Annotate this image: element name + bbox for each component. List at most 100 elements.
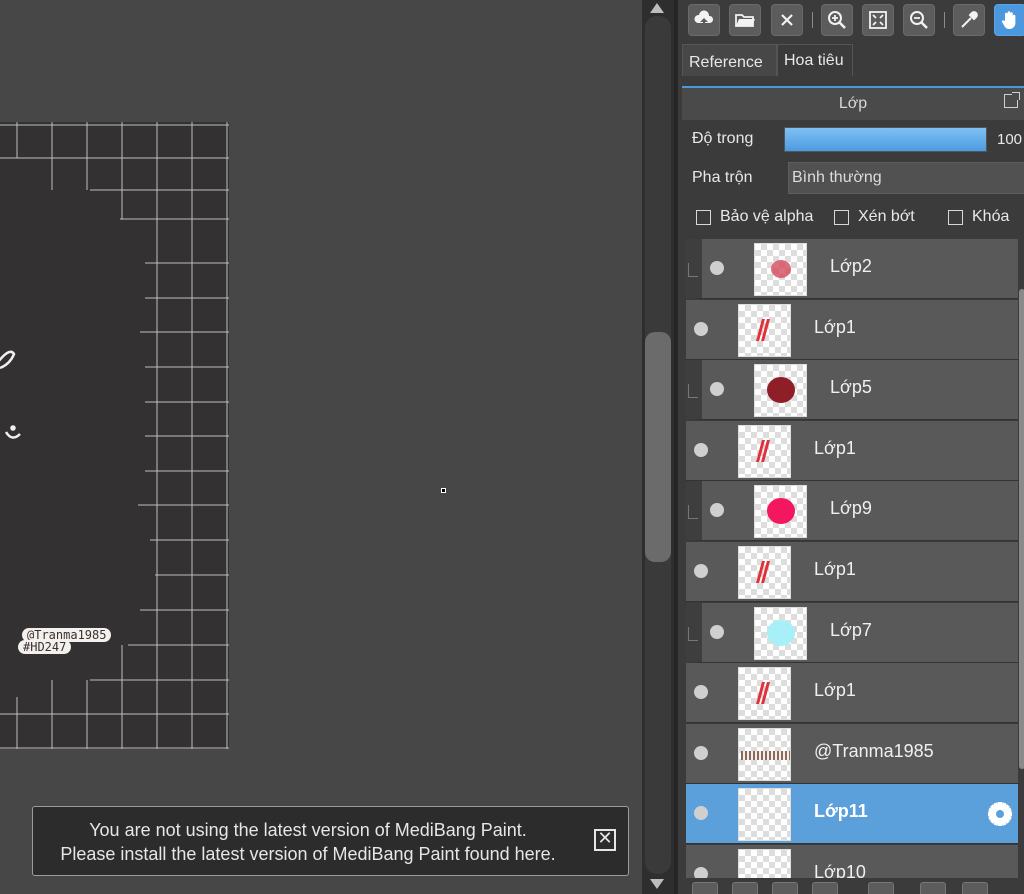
layer-name: Lớp5 — [830, 377, 872, 398]
right-panel: Reference Hoa tiêu Lớp Độ trong 100 Pha … — [674, 0, 1024, 894]
checkbox-box[interactable] — [696, 209, 711, 225]
hand-icon — [1001, 11, 1016, 29]
clip-arrow-icon — [688, 505, 698, 520]
layer-list[interactable]: Lớp2 Lớp1 Lớp5 Lớp1 Lớp9 Lớp1 Lớp7 Lớp1 @Tranma1… — [686, 239, 1018, 894]
blend-mode-label: Pha trộn — [692, 169, 753, 186]
layer-panel-header: Lớp — [682, 86, 1024, 120]
merge-layer-button[interactable] — [962, 882, 988, 894]
visibility-eye-icon[interactable] — [694, 745, 708, 760]
layer-list-scrollbar[interactable] — [1018, 239, 1024, 894]
red-stroke-mark — [756, 682, 770, 705]
layer-name: Lớp1 — [814, 680, 856, 701]
layer-row[interactable]: Lớp1 — [686, 420, 1018, 481]
duplicate-layer-button[interactable] — [920, 882, 946, 894]
layer-name: Lớp9 — [830, 498, 872, 519]
layer-thumbnail — [738, 303, 791, 357]
fit-screen-icon — [869, 11, 887, 29]
close-file-button[interactable] — [771, 4, 803, 36]
visibility-eye-icon[interactable] — [710, 624, 724, 639]
gear-icon[interactable] — [986, 800, 1014, 828]
update-notification[interactable]: You are not using the latest version of … — [32, 806, 629, 876]
layer-thumbnail — [738, 546, 791, 599]
clip-arrow-icon — [688, 626, 698, 641]
cloud-upload-icon — [694, 10, 714, 28]
layer-row[interactable]: Lớp1 — [686, 663, 1018, 724]
zoom-out-button[interactable] — [903, 4, 935, 36]
opacity-slider[interactable] — [784, 127, 987, 152]
scroll-up-arrow-icon[interactable] — [650, 3, 664, 13]
canvas-area[interactable]: @Tranma1985 #HD247 You are not using the… — [0, 0, 642, 894]
clipping-label: Xén bớt — [858, 208, 915, 225]
visibility-eye-icon[interactable] — [694, 806, 708, 821]
artwork[interactable]: @Tranma1985 #HD247 — [0, 122, 229, 749]
cloud-upload-button[interactable] — [688, 4, 720, 36]
scrollbar-thumb[interactable] — [645, 332, 671, 562]
opacity-label: Độ trong — [692, 130, 754, 147]
new-layer-button-4[interactable] — [812, 882, 838, 894]
popout-icon[interactable] — [1004, 92, 1020, 108]
toolbar-separator — [812, 12, 813, 28]
notification-line1: You are not using the latest version of … — [89, 820, 527, 840]
red-stroke-mark — [756, 561, 770, 583]
layer-row[interactable]: Lớp2 — [686, 239, 1018, 299]
visibility-eye-icon[interactable] — [694, 564, 708, 578]
text-strip-mark — [741, 750, 790, 760]
layer-name: Lớp1 — [814, 437, 856, 458]
visibility-eye-icon[interactable] — [694, 321, 708, 336]
new-layer-button[interactable] — [692, 882, 718, 894]
layer-list-scroll-thumb[interactable] — [1019, 289, 1024, 769]
fit-screen-button[interactable] — [862, 4, 894, 36]
layer-name: @Tranma1985 — [814, 740, 934, 761]
new-layer-button-2[interactable] — [732, 882, 758, 894]
clipping-checkbox[interactable]: Xén bớt — [834, 208, 915, 226]
eyedropper-icon — [961, 11, 978, 28]
visibility-eye-icon[interactable] — [694, 685, 708, 700]
clip-arrow-icon — [688, 384, 698, 399]
layer-row[interactable]: Lớp11 — [686, 784, 1018, 845]
hand-tool-button[interactable] — [994, 4, 1024, 36]
layer-thumbnail — [754, 243, 807, 296]
layer-thumbnail — [754, 364, 807, 418]
open-folder-button[interactable] — [729, 4, 761, 36]
layer-name: Lớp11 — [814, 801, 868, 822]
panel-toolbar — [678, 0, 1024, 42]
folder-open-icon — [735, 14, 755, 27]
layer-name: Lớp7 — [830, 619, 872, 640]
toolbar-separator — [944, 12, 945, 28]
red-stroke-mark — [756, 318, 770, 341]
zoom-in-button[interactable] — [821, 4, 853, 36]
visibility-eye-icon[interactable] — [710, 261, 724, 275]
layer-row[interactable]: Lớp7 — [686, 602, 1018, 663]
visibility-eye-icon[interactable] — [694, 442, 708, 457]
layer-name: Lớp2 — [830, 256, 872, 276]
protect-alpha-checkbox[interactable]: Bảo vệ alpha — [696, 208, 813, 226]
new-layer-button-3[interactable] — [772, 882, 798, 894]
layer-panel-title: Lớp — [838, 95, 868, 112]
layer-thumbnail — [738, 788, 791, 842]
blend-mode-select[interactable]: Bình thường — [788, 162, 1024, 194]
visibility-eye-icon[interactable] — [710, 503, 724, 518]
opacity-value[interactable]: 100 — [997, 131, 1022, 148]
visibility-eye-icon[interactable] — [710, 382, 724, 397]
layer-row[interactable]: @Tranma1985 — [686, 723, 1018, 784]
checkbox-box[interactable] — [948, 209, 963, 225]
layer-row[interactable]: Lớp1 — [686, 542, 1018, 602]
notification-close-button[interactable]: ✕ — [594, 829, 616, 851]
layer-row[interactable]: Lớp9 — [686, 481, 1018, 542]
tab-reference[interactable]: Reference — [682, 44, 777, 76]
canvas-vertical-scrollbar[interactable] — [642, 0, 674, 894]
dark-red-blob-mark — [767, 377, 795, 404]
lock-checkbox[interactable]: Khóa — [948, 208, 1009, 226]
tab-navigator[interactable]: Hoa tiêu — [777, 44, 853, 76]
scroll-down-arrow-icon[interactable] — [650, 879, 664, 889]
layer-name: Lớp1 — [814, 559, 856, 579]
layer-row[interactable]: Lớp1 — [686, 299, 1018, 360]
layer-row[interactable]: Lớp5 — [686, 360, 1018, 421]
layer-thumbnail — [754, 606, 807, 660]
checkbox-box[interactable] — [834, 209, 849, 225]
eyedropper-button[interactable] — [953, 4, 985, 36]
protect-alpha-label: Bảo vệ alpha — [720, 208, 814, 225]
new-folder-button[interactable] — [868, 882, 894, 894]
layer-thumbnail — [738, 424, 791, 478]
lock-label: Khóa — [972, 208, 1010, 225]
